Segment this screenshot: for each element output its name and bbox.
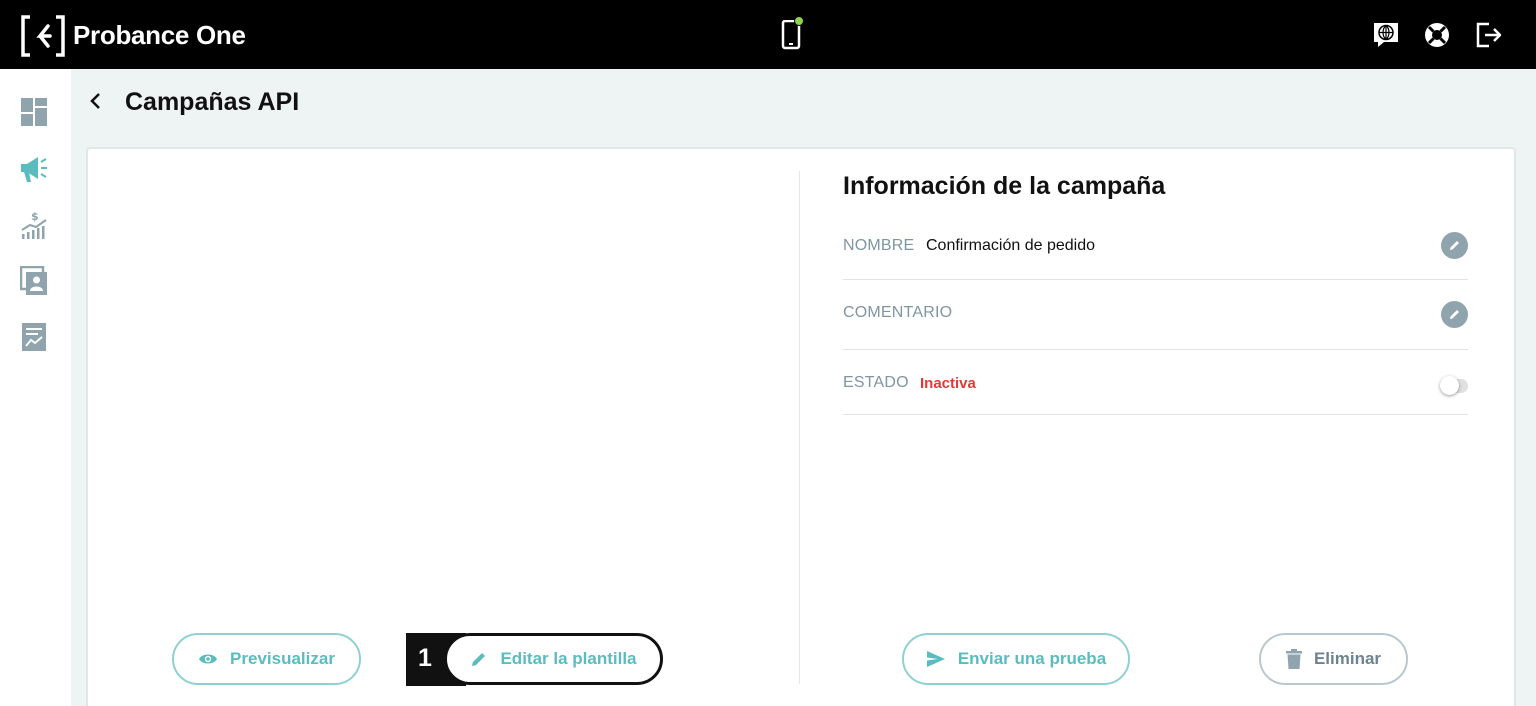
chat-globe-icon[interactable]: [1372, 21, 1400, 49]
revenue-chart-icon[interactable]: $: [20, 210, 48, 240]
page-title: Campañas API: [125, 88, 300, 116]
row-divider: [843, 349, 1468, 350]
send-test-label: Enviar una prueba: [957, 649, 1107, 668]
comentario-label: COMENTARIO: [843, 304, 953, 321]
pencil-icon: [1450, 310, 1459, 319]
report-icon[interactable]: [20, 322, 48, 352]
online-status-dot: [794, 16, 804, 26]
row-divider: [843, 279, 1468, 280]
comentario-row: COMENTARIO: [843, 300, 1468, 350]
svg-text:$: $: [31, 210, 39, 223]
card-divider: [799, 171, 800, 684]
nombre-row: NOMBRE Confirmación de pedido: [843, 232, 1468, 280]
back-arrow-icon[interactable]: [88, 90, 104, 112]
edit-nombre-button[interactable]: [1441, 232, 1468, 259]
top-bar: Probance One: [0, 0, 1536, 69]
trash-icon: [1285, 649, 1302, 669]
row-divider: [843, 414, 1468, 415]
status-badge: Inactiva: [920, 375, 976, 392]
estado-label: ESTADO: [843, 374, 909, 391]
megaphone-icon[interactable]: [20, 154, 48, 184]
preview-button[interactable]: Previsualizar: [172, 633, 361, 685]
eye-icon: [199, 654, 218, 664]
info-section-title: Información de la campaña: [843, 172, 1166, 200]
logout-icon[interactable]: [1475, 21, 1503, 49]
campaign-card: [86, 147, 1516, 706]
nombre-label: NOMBRE: [843, 237, 915, 254]
pencil-icon: [472, 653, 486, 666]
delete-button[interactable]: Eliminar: [1259, 633, 1408, 685]
estado-row: ESTADO Inactiva: [843, 370, 1468, 415]
contacts-icon[interactable]: [20, 266, 48, 296]
dashboard-icon[interactable]: [20, 97, 48, 127]
edit-template-button[interactable]: Editar la plantilla: [444, 633, 663, 685]
edit-comentario-button[interactable]: [1441, 301, 1468, 328]
nombre-value: Confirmación de pedido: [926, 237, 1095, 254]
logo-icon: [21, 15, 65, 57]
send-icon: [926, 651, 945, 667]
pencil-icon: [1450, 241, 1459, 250]
delete-label: Eliminar: [1313, 649, 1382, 668]
step-badge: 1: [418, 644, 432, 672]
brand-name: Probance One: [73, 20, 246, 50]
status-toggle[interactable]: [1440, 376, 1468, 395]
send-test-button[interactable]: Enviar una prueba: [902, 633, 1130, 685]
lifebuoy-icon[interactable]: [1423, 21, 1451, 49]
sidebar: $: [0, 69, 71, 706]
toggle-knob: [1440, 376, 1459, 395]
preview-label: Previsualizar: [230, 649, 335, 668]
edit-template-label: Editar la plantilla: [500, 649, 637, 668]
